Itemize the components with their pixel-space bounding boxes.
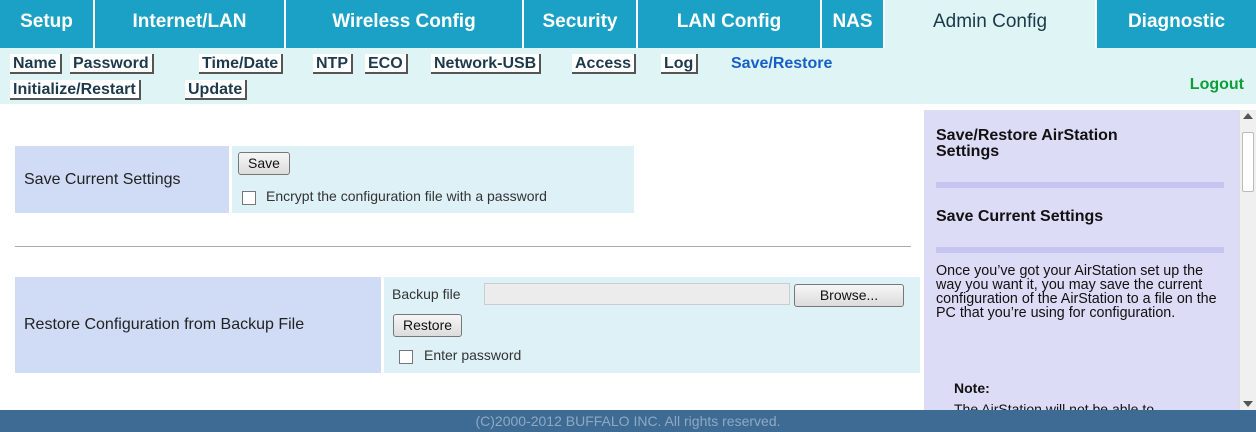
help-note: Note: (954, 380, 990, 396)
help-title: Save/Restore AirStation Settings (936, 127, 1118, 160)
subnav-update[interactable]: Update (185, 80, 248, 100)
subnav-network-usb[interactable]: Network-USB (431, 54, 542, 74)
encrypt-label: Encrypt the configuration file with a pa… (266, 188, 547, 204)
top-navigation: Setup Internet/LAN Wireless Config Secur… (0, 0, 1256, 48)
tab-setup[interactable]: Setup (0, 0, 95, 48)
enter-password-checkbox[interactable] (399, 350, 413, 364)
restore-label: Restore Configuration from Backup File (15, 277, 381, 373)
logout-link[interactable]: Logout (1190, 76, 1244, 94)
help-divider (936, 247, 1224, 253)
enter-password-label: Enter password (424, 347, 522, 363)
subnav-save-restore[interactable]: Save/Restore (728, 54, 836, 74)
tab-internet-lan[interactable]: Internet/LAN (95, 0, 286, 48)
tab-admin-config[interactable]: Admin Config (885, 0, 1097, 48)
save-button[interactable]: Save (238, 152, 290, 175)
encrypt-checkbox[interactable] (242, 191, 256, 205)
tab-wireless-config[interactable]: Wireless Config (286, 0, 524, 48)
tab-nas[interactable]: NAS (822, 0, 885, 48)
scroll-thumb[interactable] (1242, 132, 1254, 192)
sub-navigation: Name Password Time/Date NTP ECO Network-… (0, 48, 1256, 104)
scroll-up-icon[interactable] (1243, 113, 1253, 119)
scroll-down-icon[interactable] (1243, 401, 1253, 407)
save-settings-label: Save Current Settings (15, 146, 229, 213)
subnav-access[interactable]: Access (572, 54, 637, 74)
subnav-name[interactable]: Name (10, 54, 62, 74)
tab-security[interactable]: Security (524, 0, 638, 48)
subnav-time-date[interactable]: Time/Date (199, 54, 284, 74)
help-scrollbar[interactable] (1239, 110, 1256, 410)
help-body: Once you’ve got your AirStation set up t… (936, 263, 1217, 321)
subnav-password[interactable]: Password (70, 54, 154, 74)
tab-diagnostic[interactable]: Diagnostic (1097, 0, 1256, 48)
backup-file-input[interactable] (484, 283, 790, 305)
restore-button[interactable]: Restore (393, 314, 463, 337)
subnav-eco[interactable]: ECO (365, 54, 408, 74)
subnav-ntp[interactable]: NTP (313, 54, 353, 74)
footer-copyright: (C)2000-2012 BUFFALO INC. All rights res… (0, 410, 1256, 432)
help-divider (936, 182, 1224, 188)
subnav-initialize-restart[interactable]: Initialize/Restart (10, 80, 141, 100)
help-section-title: Save Current Settings (936, 208, 1104, 225)
section-divider (15, 246, 911, 247)
help-panel: Save/Restore AirStation Settings Save Cu… (924, 110, 1239, 410)
backup-file-label: Backup file (392, 286, 461, 302)
subnav-log[interactable]: Log (661, 54, 699, 74)
help-note-text: The AirStation will not be able to (954, 401, 1155, 410)
browse-button[interactable]: Browse... (794, 284, 904, 307)
tab-lan-config[interactable]: LAN Config (638, 0, 822, 48)
